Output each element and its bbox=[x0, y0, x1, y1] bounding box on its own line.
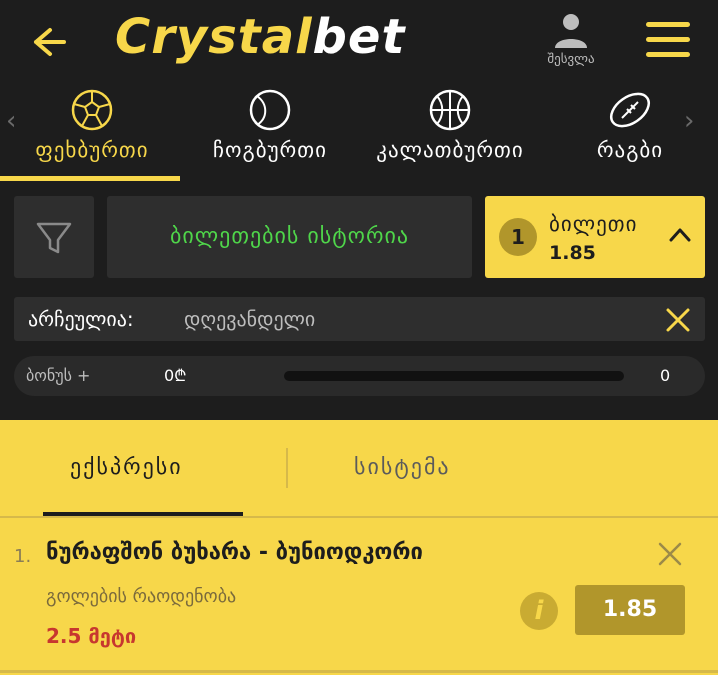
bet-controls-panel: ბილეთების ისტორია 1 ბილეთი 1.85 არჩეულია… bbox=[0, 182, 718, 420]
bet-type-tabs: ექსპრესი სისტემა bbox=[0, 420, 718, 516]
soccer-ball-icon bbox=[71, 89, 113, 131]
bonus-amount: 0₾ bbox=[164, 366, 187, 385]
chevron-up-icon bbox=[669, 228, 691, 242]
bet-index: 1. bbox=[14, 546, 32, 567]
ticket-title: ბილეთი bbox=[549, 212, 638, 236]
ticket-toggle-button[interactable]: 1 ბილეთი 1.85 bbox=[485, 196, 705, 278]
top-bar: Crystalbet შესვლა bbox=[0, 0, 718, 88]
logo-part-bet: bet bbox=[312, 9, 406, 65]
clear-filter-close-icon[interactable] bbox=[664, 306, 692, 334]
selected-filter-bar: არჩეულია: დღევანდელი bbox=[14, 297, 705, 341]
ticket-total-odd: 1.85 bbox=[549, 242, 596, 264]
sport-label: ფეხბურთი bbox=[35, 138, 149, 162]
sport-tab-basketball[interactable]: კალათბურთი bbox=[360, 88, 540, 182]
user-icon bbox=[555, 14, 587, 48]
scroll-right-icon[interactable]: › bbox=[684, 106, 694, 136]
bet-match-name: ნურაფშონ ბუხარა - ბუნიოდკორი bbox=[46, 540, 423, 565]
selected-filter-label: არჩეულია: bbox=[28, 307, 134, 331]
app: Crystalbet შესვლა ‹ ფეხბურთი ჩოგბურთი კა… bbox=[0, 0, 718, 675]
tab-express[interactable]: ექსპრესი bbox=[70, 420, 183, 516]
login-label: შესვლა bbox=[547, 52, 595, 67]
sport-label: კალათბურთი bbox=[376, 138, 524, 162]
selected-filter-value: დღევანდელი bbox=[184, 307, 316, 331]
tab-system[interactable]: სისტემა bbox=[354, 420, 451, 516]
bottom-divider bbox=[0, 670, 718, 673]
sport-tab-tennis[interactable]: ჩოგბურთი bbox=[190, 88, 350, 182]
logo-part-crystal: Crystal bbox=[115, 9, 313, 65]
ticket-count-badge: 1 bbox=[499, 218, 537, 256]
sport-label: ჩოგბურთი bbox=[213, 138, 327, 162]
active-sport-underline bbox=[0, 176, 180, 181]
back-arrow-icon[interactable] bbox=[28, 22, 68, 62]
hamburger-menu-icon[interactable] bbox=[646, 22, 690, 60]
sport-label: რაგბი bbox=[596, 138, 664, 162]
ticket-history-button[interactable]: ბილეთების ისტორია bbox=[107, 196, 472, 278]
info-icon[interactable]: i bbox=[520, 592, 558, 630]
bet-slip-item: 1. ნურაფშონ ბუხარა - ბუნიოდკორი გოლების … bbox=[0, 518, 718, 675]
bet-market: გოლების რაოდენობა bbox=[46, 586, 237, 607]
basketball-icon bbox=[429, 89, 471, 131]
filter-button[interactable] bbox=[14, 196, 94, 278]
bonus-bar: ბონუს + 0₾ 0 bbox=[14, 356, 705, 396]
logo[interactable]: Crystalbet bbox=[115, 2, 405, 72]
bet-pick: 2.5 მეტი bbox=[46, 624, 137, 648]
bonus-count: 0 bbox=[660, 366, 671, 385]
remove-bet-close-icon[interactable] bbox=[656, 540, 684, 568]
login-button[interactable]: შესვლა bbox=[530, 12, 612, 76]
tab-divider bbox=[286, 448, 288, 488]
bet-odd-box: 1.85 bbox=[575, 585, 685, 635]
bonus-label: ბონუს + bbox=[26, 366, 91, 385]
sport-tab-rugby[interactable]: რაგბი bbox=[570, 88, 690, 182]
sports-bar: ‹ ფეხბურთი ჩოგბურთი კალათბურთი რაგბი › bbox=[0, 88, 718, 182]
sport-tab-football[interactable]: ფეხბურთი bbox=[12, 88, 172, 182]
bonus-progress-bar bbox=[284, 371, 624, 381]
rugby-ball-icon bbox=[610, 92, 650, 128]
funnel-icon bbox=[36, 222, 72, 254]
tennis-ball-icon bbox=[249, 89, 291, 131]
